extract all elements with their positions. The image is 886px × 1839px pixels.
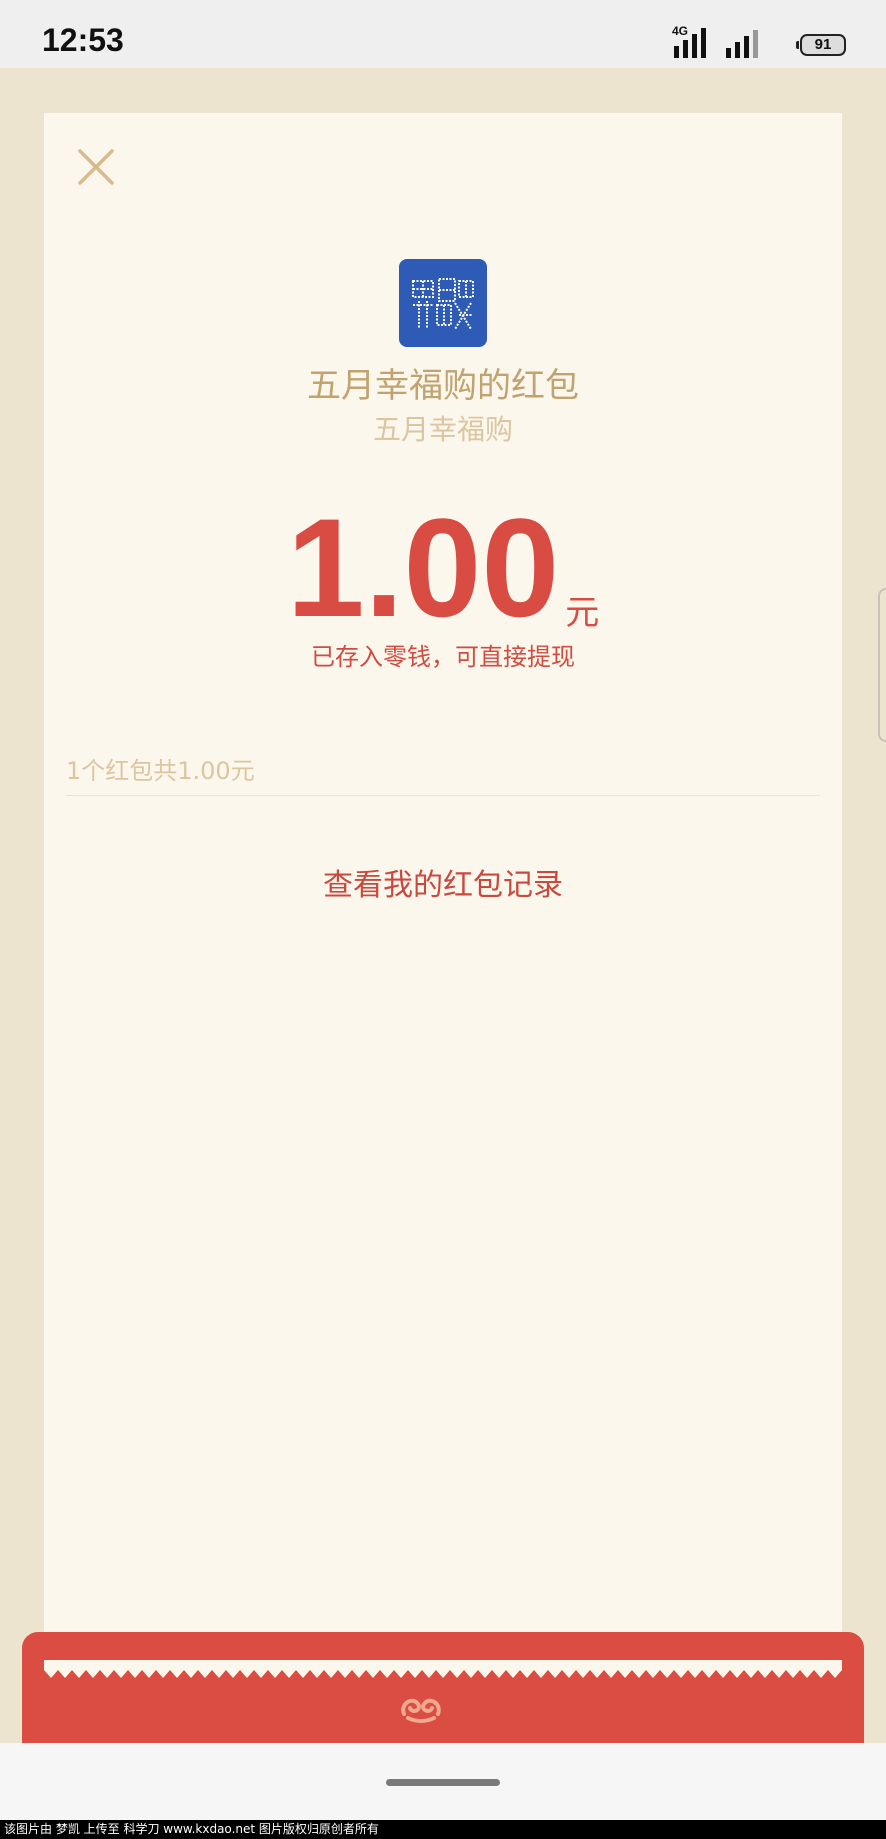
status-bar: 12:53 4G 91 <box>0 0 886 68</box>
status-time: 12:53 <box>42 22 124 58</box>
side-handle[interactable] <box>878 588 886 742</box>
divider <box>66 795 820 796</box>
merchant-logo-pattern <box>412 278 474 330</box>
signal-icon <box>674 28 706 58</box>
cloud-emblem-icon <box>401 1698 441 1723</box>
amount-row: 1.00 元 <box>44 498 842 638</box>
home-indicator[interactable] <box>386 1779 500 1786</box>
view-records-link[interactable]: 查看我的红包记录 <box>44 860 842 904</box>
packet-title: 五月幸福购的红包 <box>307 366 579 406</box>
navigation-bar <box>0 1743 886 1820</box>
red-packet-card: 五月幸福购的红包 五月幸福购 1.00 元 已存入零钱，可直接提现 1个红包共1.… <box>44 113 842 1673</box>
signal-icon-sim2 <box>726 30 758 58</box>
status-icons: 4G 91 <box>646 24 846 58</box>
saved-to-change-note: 已存入零钱，可直接提现 <box>311 643 575 671</box>
merchant-logo <box>399 259 487 347</box>
envelope-bottom <box>22 1632 864 1744</box>
close-icon[interactable] <box>74 145 118 189</box>
watermark-text: 该图片由 梦凯 上传至 科学刀 www.kxdao.net 图片版权归原创者所有 <box>0 1820 886 1839</box>
battery-icon: 91 <box>796 34 846 56</box>
amount-unit: 元 <box>565 593 600 633</box>
packet-summary: 1个红包共1.00元 <box>66 757 255 785</box>
amount-value: 1.00 <box>286 489 560 646</box>
sender-name: 五月幸福购 <box>372 413 513 446</box>
